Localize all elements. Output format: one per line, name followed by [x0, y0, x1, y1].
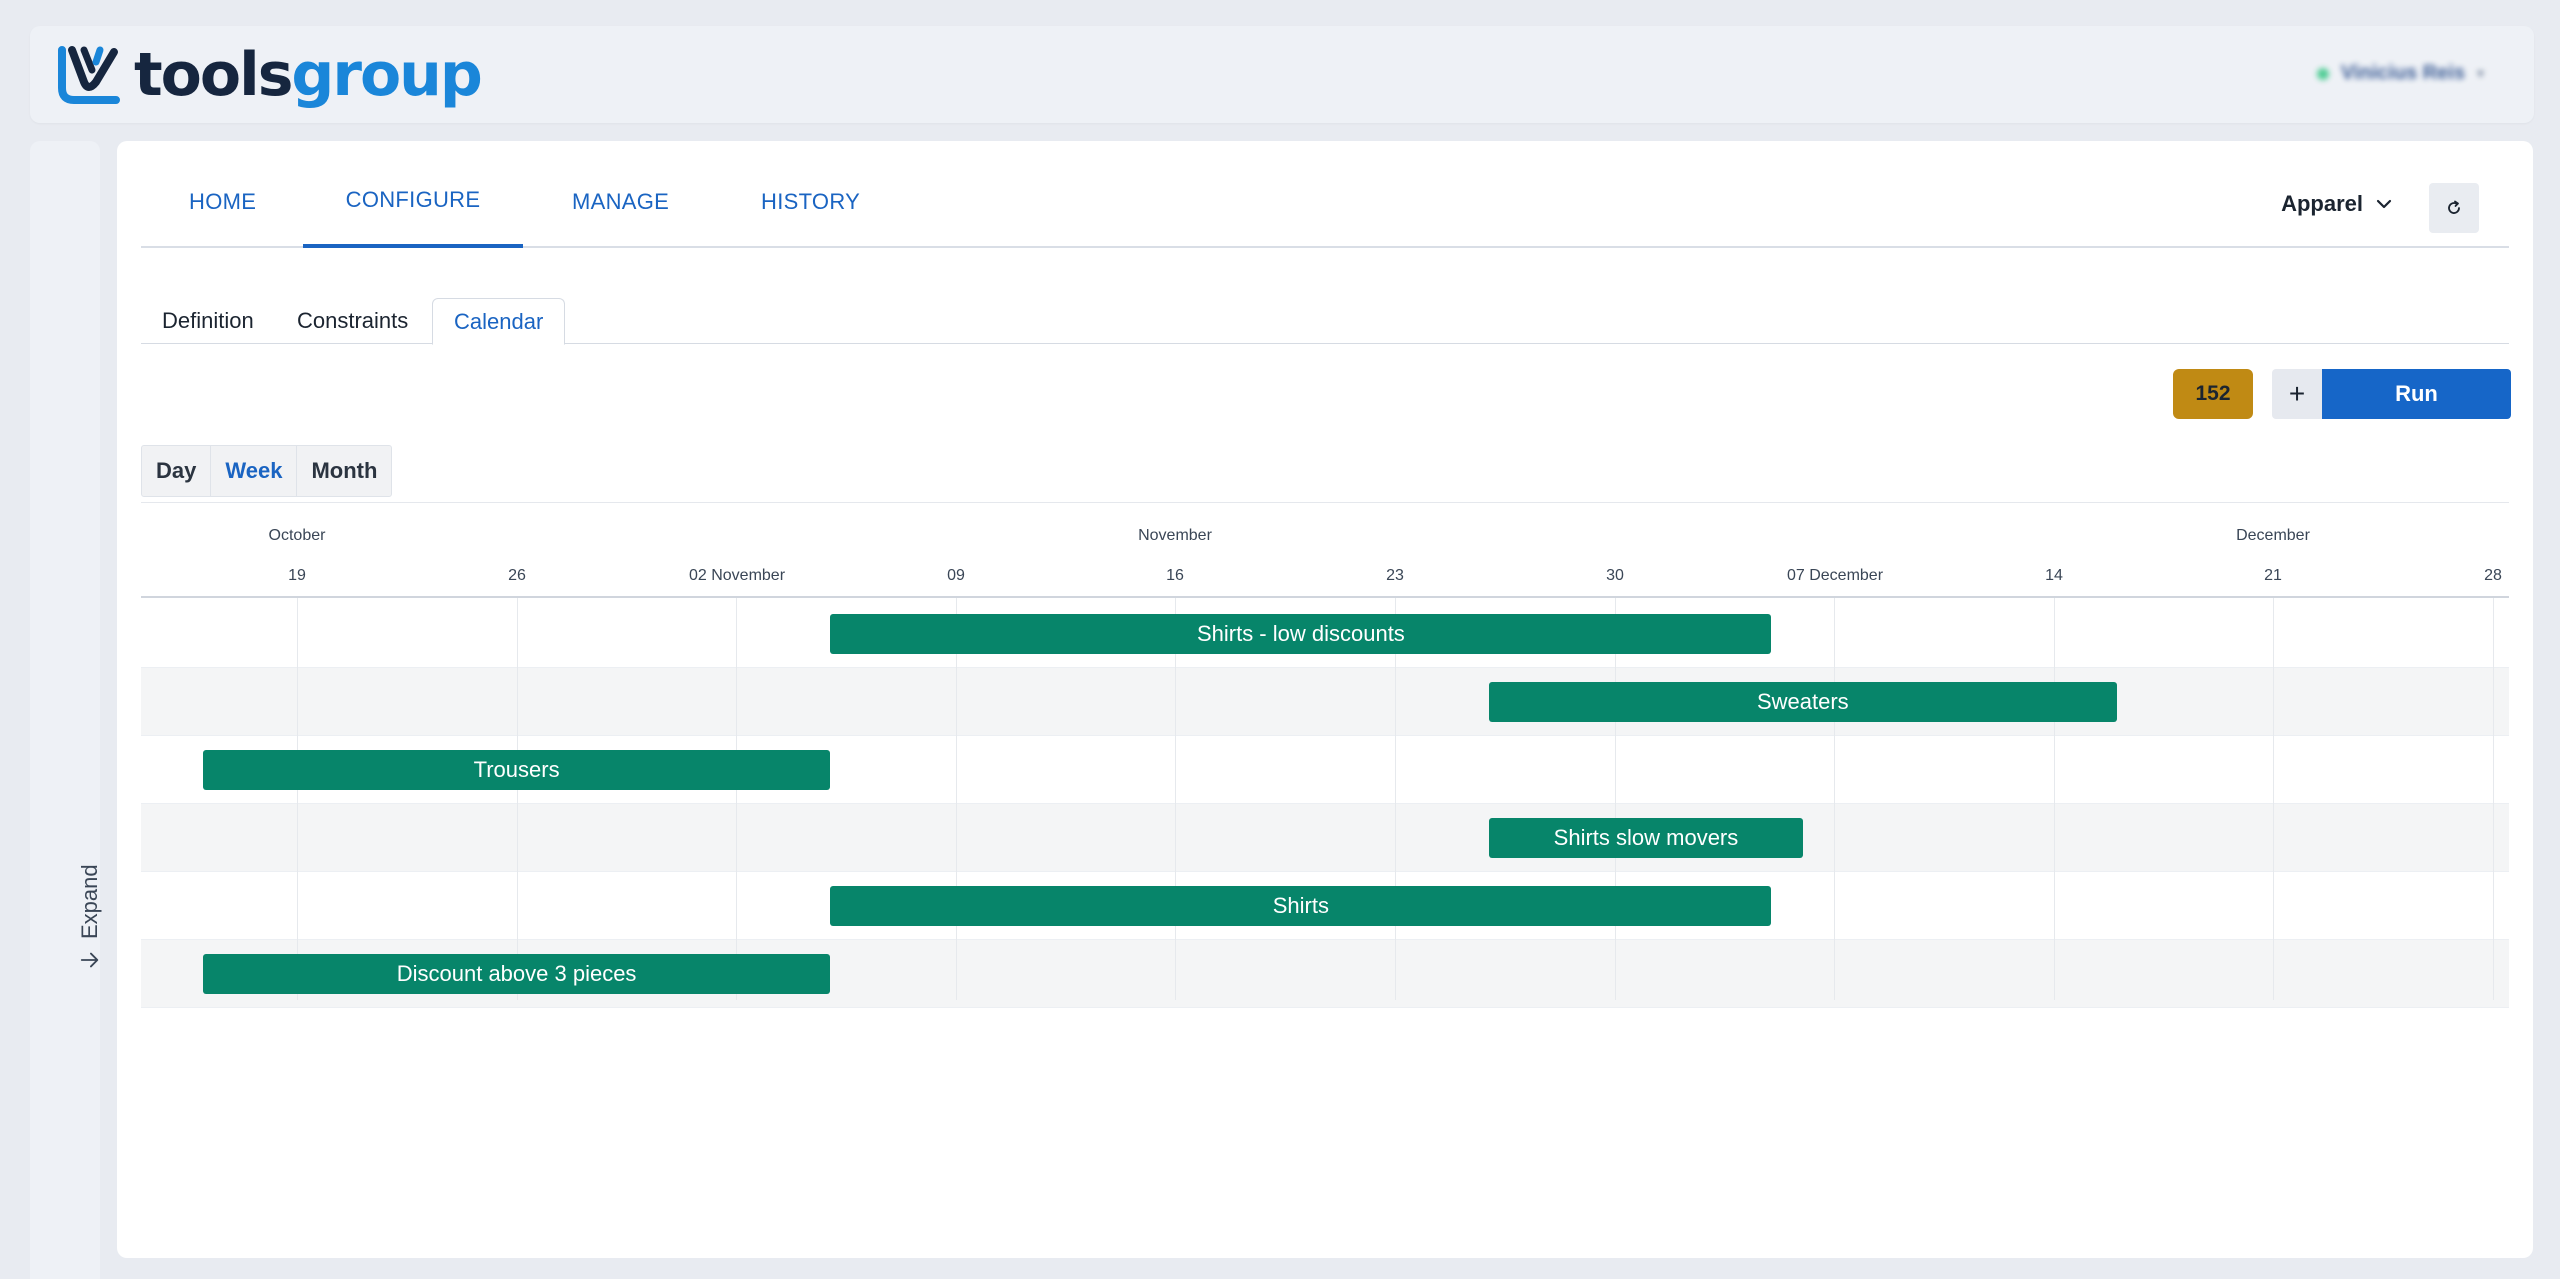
week-label: 30 [1606, 567, 1624, 584]
subtab-constraints[interactable]: Constraints [276, 298, 429, 344]
week-label: 19 [288, 567, 306, 584]
view-day-button[interactable]: Day [142, 446, 212, 496]
calendar-event-bar[interactable]: Discount above 3 pieces [202, 954, 831, 994]
calendar-event-bar[interactable]: Shirts slow movers [1489, 818, 1803, 858]
week-gridline [2053, 598, 2055, 1000]
subtab-calendar[interactable]: Calendar [432, 298, 566, 345]
subtab-definition[interactable]: Definition [141, 298, 275, 344]
run-button[interactable]: Run [2322, 369, 2511, 419]
user-name: Vinicius Reis [2340, 62, 2465, 84]
refresh-icon [2448, 200, 2460, 214]
tab-manage[interactable]: MANAGE [572, 189, 669, 215]
business-unit-select[interactable]: Apparel [2281, 191, 2393, 217]
week-label: 21 [2264, 567, 2282, 584]
week-gridline [736, 598, 738, 1000]
week-gridline [297, 598, 298, 1000]
main-panel: HOME CONFIGURE MANAGE HISTORY Apparel De… [117, 141, 2533, 1258]
month-label: November [1138, 527, 1212, 544]
app-header: toolsgroup Vinicius Reis ▾ [30, 26, 2534, 123]
add-button[interactable]: + [2272, 369, 2322, 419]
week-gridline [516, 598, 518, 1000]
week-label: 23 [1386, 567, 1404, 584]
user-status-icon [2316, 67, 2329, 80]
sidebar: Expand [30, 141, 103, 1279]
week-label: 07 December [1786, 567, 1884, 584]
week-label: 16 [1166, 567, 1184, 584]
week-gridline [1395, 598, 1396, 1000]
chevron-down-icon: ▾ [2476, 65, 2484, 81]
calendar-event-bar[interactable]: Trousers [202, 750, 831, 790]
week-gridline [2493, 598, 2494, 1000]
week-gridline [1614, 598, 1616, 1000]
week-gridline [1834, 598, 1836, 1000]
toolsgroup-logo[interactable]: toolsgroup [56, 40, 483, 110]
calendar-event-bar[interactable]: Sweaters [1489, 682, 2117, 722]
tab-history[interactable]: HISTORY [761, 189, 860, 215]
view-month-button[interactable]: Month [297, 446, 391, 496]
week-gridline [1175, 598, 1177, 1000]
week-label: 28 [2484, 567, 2502, 584]
calendar-view-switch: Day Week Month [141, 445, 393, 497]
week-label: 02 November [688, 567, 786, 584]
calendar-timeline: October November December 19 26 02 Novem… [141, 502, 2509, 1008]
calendar-event-bar[interactable]: Shirts - low discounts [830, 614, 1772, 654]
refresh-button[interactable] [2429, 183, 2479, 233]
count-badge: 152 [2173, 369, 2253, 419]
logo-wordmark: toolsgroup [134, 40, 483, 110]
chevron-down-icon [2376, 199, 2392, 209]
month-label: October [268, 527, 326, 544]
tab-home[interactable]: HOME [189, 189, 256, 215]
week-label: 14 [2045, 567, 2063, 584]
user-menu[interactable]: Vinicius Reis ▾ [2316, 62, 2484, 85]
timeline-row [141, 804, 2509, 872]
top-navigation: HOME CONFIGURE MANAGE HISTORY Apparel [141, 141, 2509, 248]
view-week-button[interactable]: Week [211, 446, 298, 496]
expand-label: Expand [77, 864, 102, 939]
expand-sidebar-button[interactable]: Expand [77, 864, 103, 971]
calendar-event-bar[interactable]: Shirts [830, 886, 1772, 926]
week-gridline [955, 598, 957, 1000]
arrow-right-icon [80, 952, 99, 968]
business-unit-value: Apparel [2281, 191, 2363, 216]
sub-tabs: Definition Constraints Calendar [141, 298, 2509, 345]
month-label: December [2236, 527, 2310, 544]
timeline-row [141, 668, 2509, 736]
week-gridline [2273, 598, 2275, 1000]
tab-configure[interactable]: CONFIGURE [303, 141, 523, 248]
week-label: 26 [508, 567, 526, 584]
timeline-header: October November December 19 26 02 Novem… [141, 502, 2509, 598]
week-label: 09 [947, 567, 965, 584]
toolsgroup-logo-icon [58, 46, 120, 104]
